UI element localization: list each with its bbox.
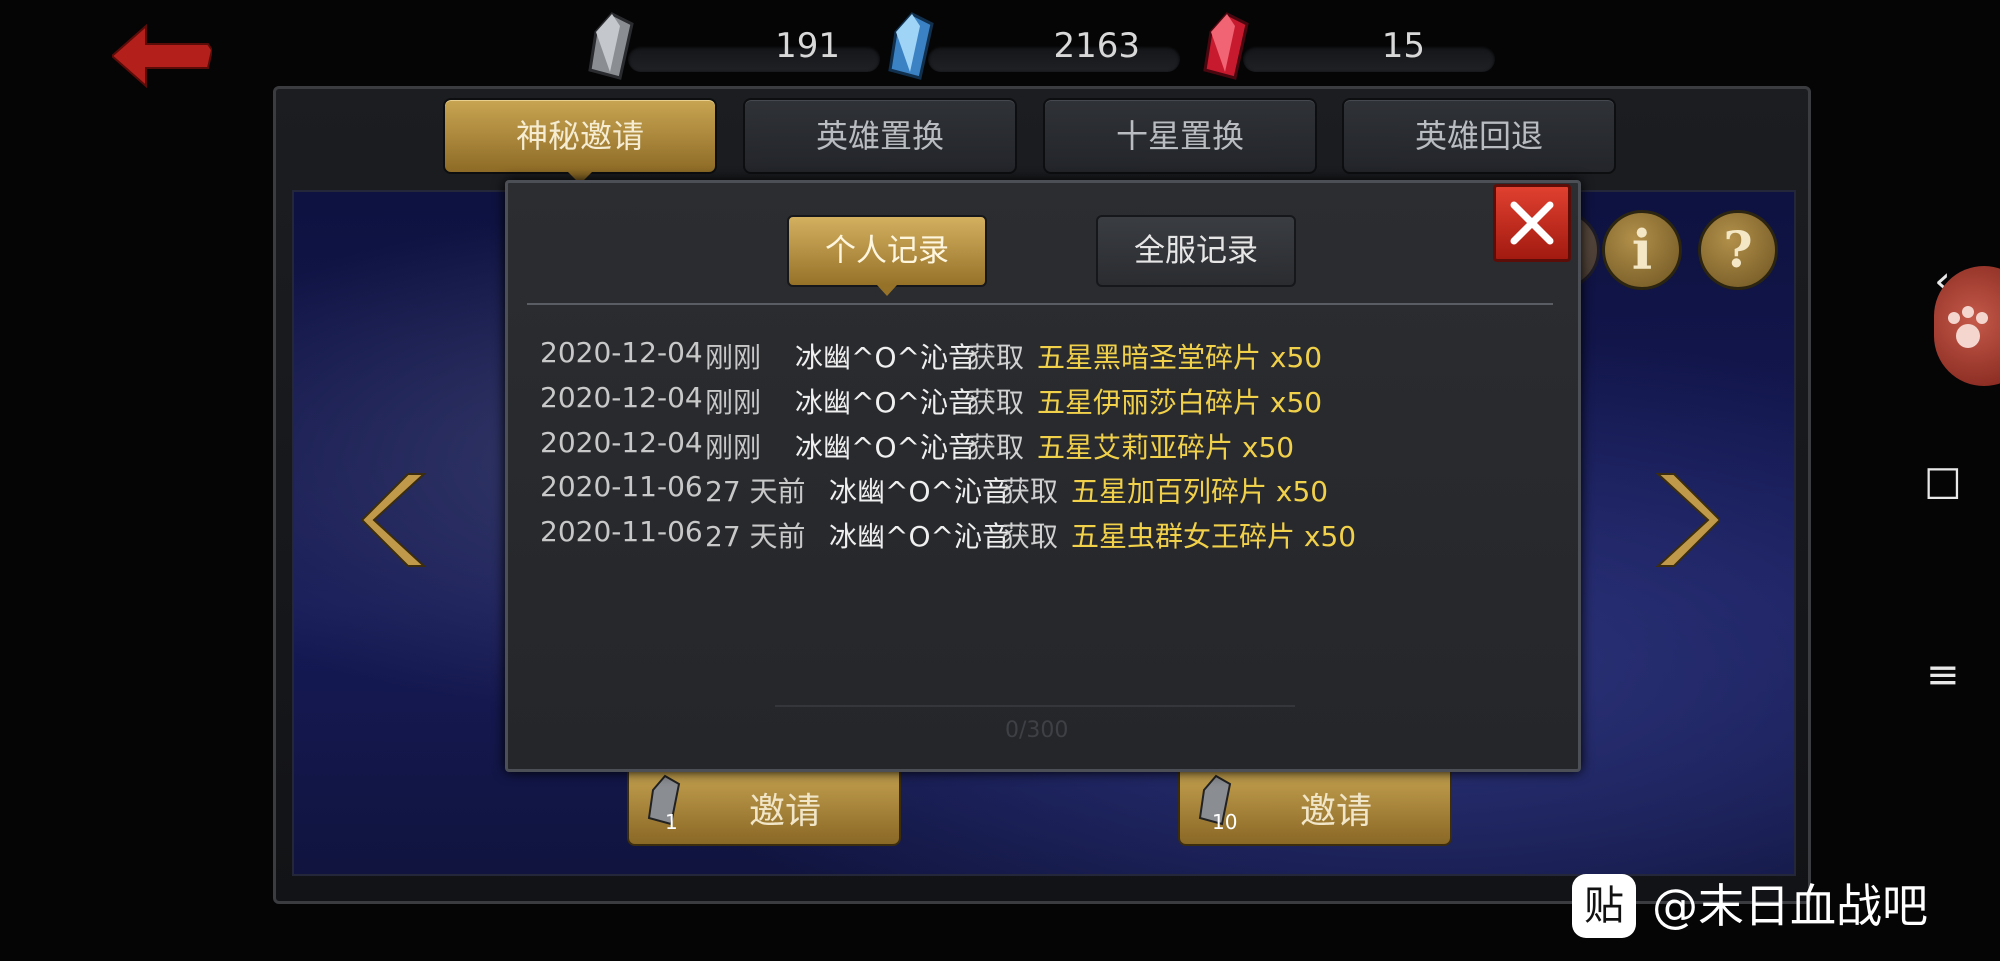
record-date: 2020-12-04: [540, 381, 703, 414]
help-button[interactable]: ?: [1698, 210, 1778, 290]
back-arrow-icon[interactable]: [112, 24, 212, 88]
record-user: 冰幽^O^沁音: [829, 520, 1010, 553]
floating-assist-bubble[interactable]: [1934, 266, 2000, 386]
system-menu-button[interactable]: ≡: [1926, 652, 1960, 698]
modal-divider: [527, 303, 1553, 305]
tab-hero-revert[interactable]: 英雄回退: [1342, 98, 1616, 174]
progress-divider: [775, 705, 1295, 707]
record-date: 2020-12-04: [540, 336, 703, 369]
invite-once-cost: 1: [665, 810, 678, 834]
watermark-text: @末日血战吧: [1652, 879, 1928, 933]
tab-mysterious-invite[interactable]: 神秘邀请: [443, 98, 717, 184]
record-item: 五星加百列碎片 x50: [1071, 475, 1329, 508]
record-time-ago: 27 天前: [705, 520, 806, 553]
blue-count: 2163: [1053, 26, 1140, 66]
record-time-ago: 刚刚: [705, 341, 762, 374]
tab-ten-star-swap[interactable]: 十星置换: [1043, 98, 1317, 174]
record-time-ago: 刚刚: [705, 431, 762, 464]
close-icon: [1510, 201, 1554, 245]
tab-personal-records[interactable]: 个人记录: [787, 215, 987, 296]
invite-ten-button[interactable]: 10 邀请: [1178, 762, 1452, 846]
currency-blue: 2163: [880, 12, 1180, 82]
silver-crystal-icon: [588, 12, 634, 80]
record-item: 五星虫群女王碎片 x50: [1071, 520, 1357, 553]
record-item: 五星伊丽莎白碎片 x50: [1037, 386, 1323, 419]
record-user: 冰幽^O^沁音: [795, 386, 976, 419]
record-date: 2020-12-04: [540, 426, 703, 459]
record-date: 2020-11-06: [540, 515, 703, 548]
tieba-logo: 贴: [1572, 874, 1636, 938]
record-time-ago: 27 天前: [705, 475, 806, 508]
record-user: 冰幽^O^沁音: [795, 341, 976, 374]
blue-crystal-icon: [888, 12, 934, 80]
next-arrow-icon[interactable]: [1650, 470, 1720, 570]
record-verb: 获取: [1002, 475, 1059, 508]
record-date: 2020-11-06: [540, 470, 703, 503]
invite-ten-cost: 10: [1212, 810, 1238, 834]
red-crystal-icon: [1203, 12, 1249, 80]
record-verb: 获取: [968, 431, 1025, 464]
close-button[interactable]: [1493, 184, 1571, 262]
record-item: 五星黑暗圣堂碎片 x50: [1037, 341, 1323, 374]
tab-server-records[interactable]: 全服记录: [1096, 215, 1296, 287]
red-count: 15: [1381, 26, 1425, 66]
tab-hero-swap[interactable]: 英雄置换: [743, 98, 1017, 174]
record-user: 冰幽^O^沁音: [795, 431, 976, 464]
record-item: 五星艾莉亚碎片 x50: [1037, 431, 1295, 464]
currency-red: 15: [1195, 12, 1495, 82]
prev-arrow-icon[interactable]: [362, 470, 432, 570]
record-user: 冰幽^O^沁音: [829, 475, 1010, 508]
record-time-ago: 刚刚: [705, 386, 762, 419]
record-progress: 0/300: [1005, 718, 1069, 743]
record-verb: 获取: [968, 386, 1025, 419]
currency-silver: 191: [580, 12, 880, 82]
silver-count: 191: [775, 26, 840, 66]
paw-icon: [1948, 306, 1988, 348]
invite-once-label: 邀请: [749, 791, 822, 832]
invite-once-button[interactable]: 1 邀请: [627, 762, 901, 846]
record-verb: 获取: [968, 341, 1025, 374]
invite-ten-label: 邀请: [1300, 791, 1373, 832]
info-button[interactable]: i: [1602, 210, 1682, 290]
record-verb: 获取: [1002, 520, 1059, 553]
system-home-button[interactable]: □: [1924, 458, 1962, 504]
